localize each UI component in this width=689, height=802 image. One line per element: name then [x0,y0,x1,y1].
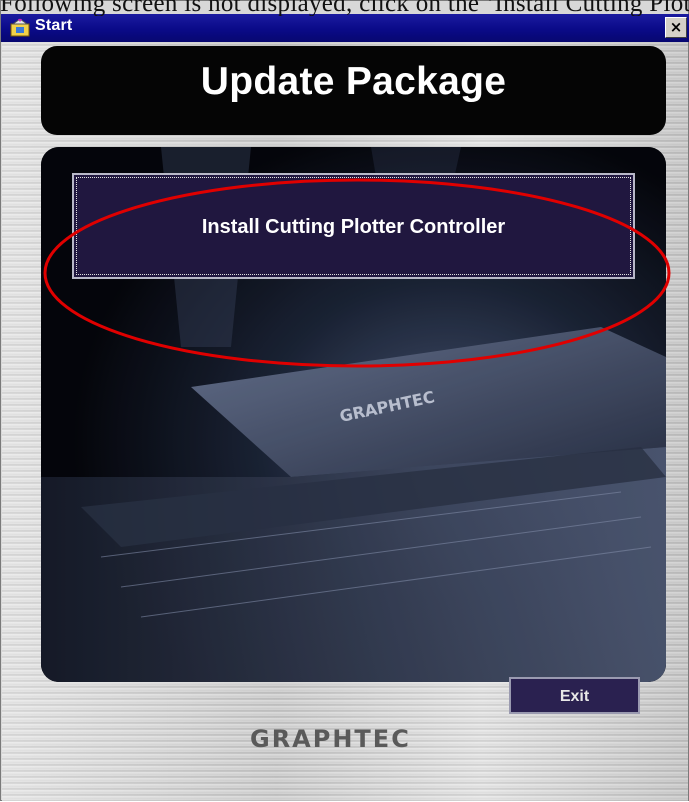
graphtec-logo: GRAPHTEC [250,725,411,753]
product-photo-panel: GRAPHTEC Install Cutting Plotter Control… [41,147,666,682]
start-window: Start × Update Package GRAPHTEC Install … [0,0,689,801]
clipped-instruction-text: Following screen is not displayed, click… [0,0,689,16]
close-icon[interactable]: × [665,17,687,38]
install-cutting-plotter-controller-button[interactable]: Install Cutting Plotter Controller [72,173,635,279]
page-title: Update Package [200,60,507,103]
window-title: Start [35,17,73,34]
header-panel: Update Package [41,46,666,135]
title-bar[interactable]: Start × [1,14,689,42]
setup-icon [9,18,31,38]
exit-button[interactable]: Exit [509,677,640,714]
